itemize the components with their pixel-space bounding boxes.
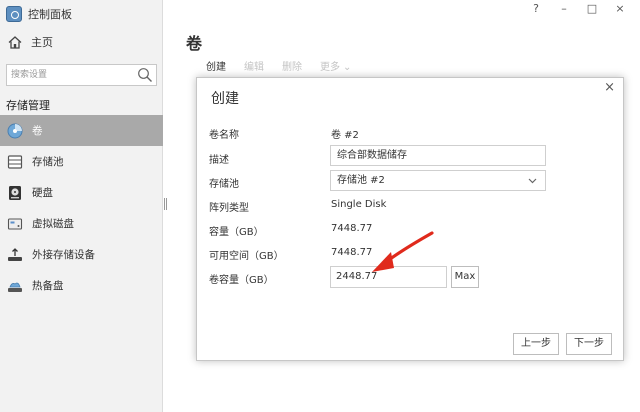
search-box[interactable]: [6, 64, 157, 86]
sidebar-item-volume[interactable]: 卷: [0, 115, 163, 146]
more-label: 更多: [320, 62, 340, 73]
search-input[interactable]: [7, 65, 132, 85]
edit-button[interactable]: 编辑: [244, 58, 264, 73]
hdd-icon: [7, 185, 23, 201]
sidebar-item-label: 热备盘: [32, 280, 64, 292]
sidebar-item-virtual-disk[interactable]: 虚拟磁盘: [0, 208, 163, 239]
create-volume-dialog: × 创建 卷名称 卷 #2 描述 综合部数据储存 存储池 存储池 #2 阵列类型…: [196, 77, 624, 361]
sidebar-item-storage-pool[interactable]: 存储池: [0, 146, 163, 177]
raid-type-value: Single Disk: [331, 199, 387, 210]
hot-spare-icon: [7, 278, 23, 294]
help-button[interactable]: ?: [522, 1, 550, 17]
raid-type-label: 阵列类型: [209, 203, 249, 214]
volume-capacity-label: 卷容量（GB）: [209, 275, 274, 286]
sidebar-item-hot-spare[interactable]: 热备盘: [0, 270, 163, 301]
home-link[interactable]: 主页: [8, 32, 53, 52]
external-device-icon: [7, 247, 23, 263]
sidebar-item-label: 虚拟磁盘: [32, 218, 74, 230]
volume-disk-icon: [7, 123, 23, 139]
chevron-down-icon: ⌄: [343, 62, 352, 73]
delete-button[interactable]: 删除: [282, 58, 302, 73]
toolbar: 创建 编辑 删除 更多 ⌄: [206, 58, 369, 73]
capacity-label: 容量（GB）: [209, 227, 264, 238]
available-space-label: 可用空间（GB）: [209, 251, 284, 262]
previous-button[interactable]: 上一步: [513, 333, 559, 355]
close-icon[interactable]: ×: [604, 80, 615, 95]
control-panel-logo-icon: [6, 6, 22, 22]
sidebar-item-label: 硬盘: [32, 187, 53, 199]
create-button[interactable]: 创建: [206, 58, 226, 73]
description-input[interactable]: 综合部数据储存: [330, 145, 546, 166]
dialog-title: 创建: [211, 91, 239, 107]
chevron-down-icon: [528, 178, 537, 184]
section-title-storage: 存储管理: [6, 99, 50, 112]
sidebar-item-hdd[interactable]: 硬盘: [0, 177, 163, 208]
home-label: 主页: [31, 36, 53, 49]
search-icon[interactable]: [137, 67, 153, 83]
sidebar-item-external-device[interactable]: 外接存储设备: [0, 239, 163, 270]
more-menu[interactable]: 更多 ⌄: [320, 58, 351, 73]
max-button[interactable]: Max: [451, 266, 479, 288]
sidebar-collapse-handle[interactable]: [164, 198, 167, 210]
available-space-value: 7448.77: [331, 247, 373, 258]
volume-capacity-input[interactable]: 2448.77: [330, 266, 447, 288]
storage-pool-selected-value: 存储池 #2: [337, 175, 385, 186]
window-controls: ? – □ ×: [522, 1, 634, 17]
sidebar-item-label: 外接存储设备: [32, 249, 95, 261]
maximize-button[interactable]: □: [578, 1, 606, 17]
volume-name-value: 卷 #2: [331, 130, 359, 141]
description-label: 描述: [209, 155, 229, 166]
storage-pool-icon: [7, 154, 23, 170]
sidebar: 控制面板 主页 存储管理 卷: [0, 0, 163, 412]
storage-pool-select[interactable]: 存储池 #2: [330, 170, 546, 191]
app-title: 控制面板: [28, 8, 72, 21]
virtual-disk-icon: [7, 216, 23, 232]
capacity-value: 7448.77: [331, 223, 373, 234]
close-window-button[interactable]: ×: [606, 1, 634, 17]
app-header: 控制面板: [6, 4, 72, 24]
home-icon: [8, 35, 22, 49]
storage-pool-label: 存储池: [209, 179, 239, 190]
volume-name-label: 卷名称: [209, 130, 239, 141]
next-button[interactable]: 下一步: [566, 333, 612, 355]
sidebar-item-label: 卷: [32, 125, 43, 137]
page-title: 卷: [186, 34, 203, 53]
minimize-button[interactable]: –: [550, 1, 578, 17]
sidebar-item-label: 存储池: [32, 156, 64, 168]
